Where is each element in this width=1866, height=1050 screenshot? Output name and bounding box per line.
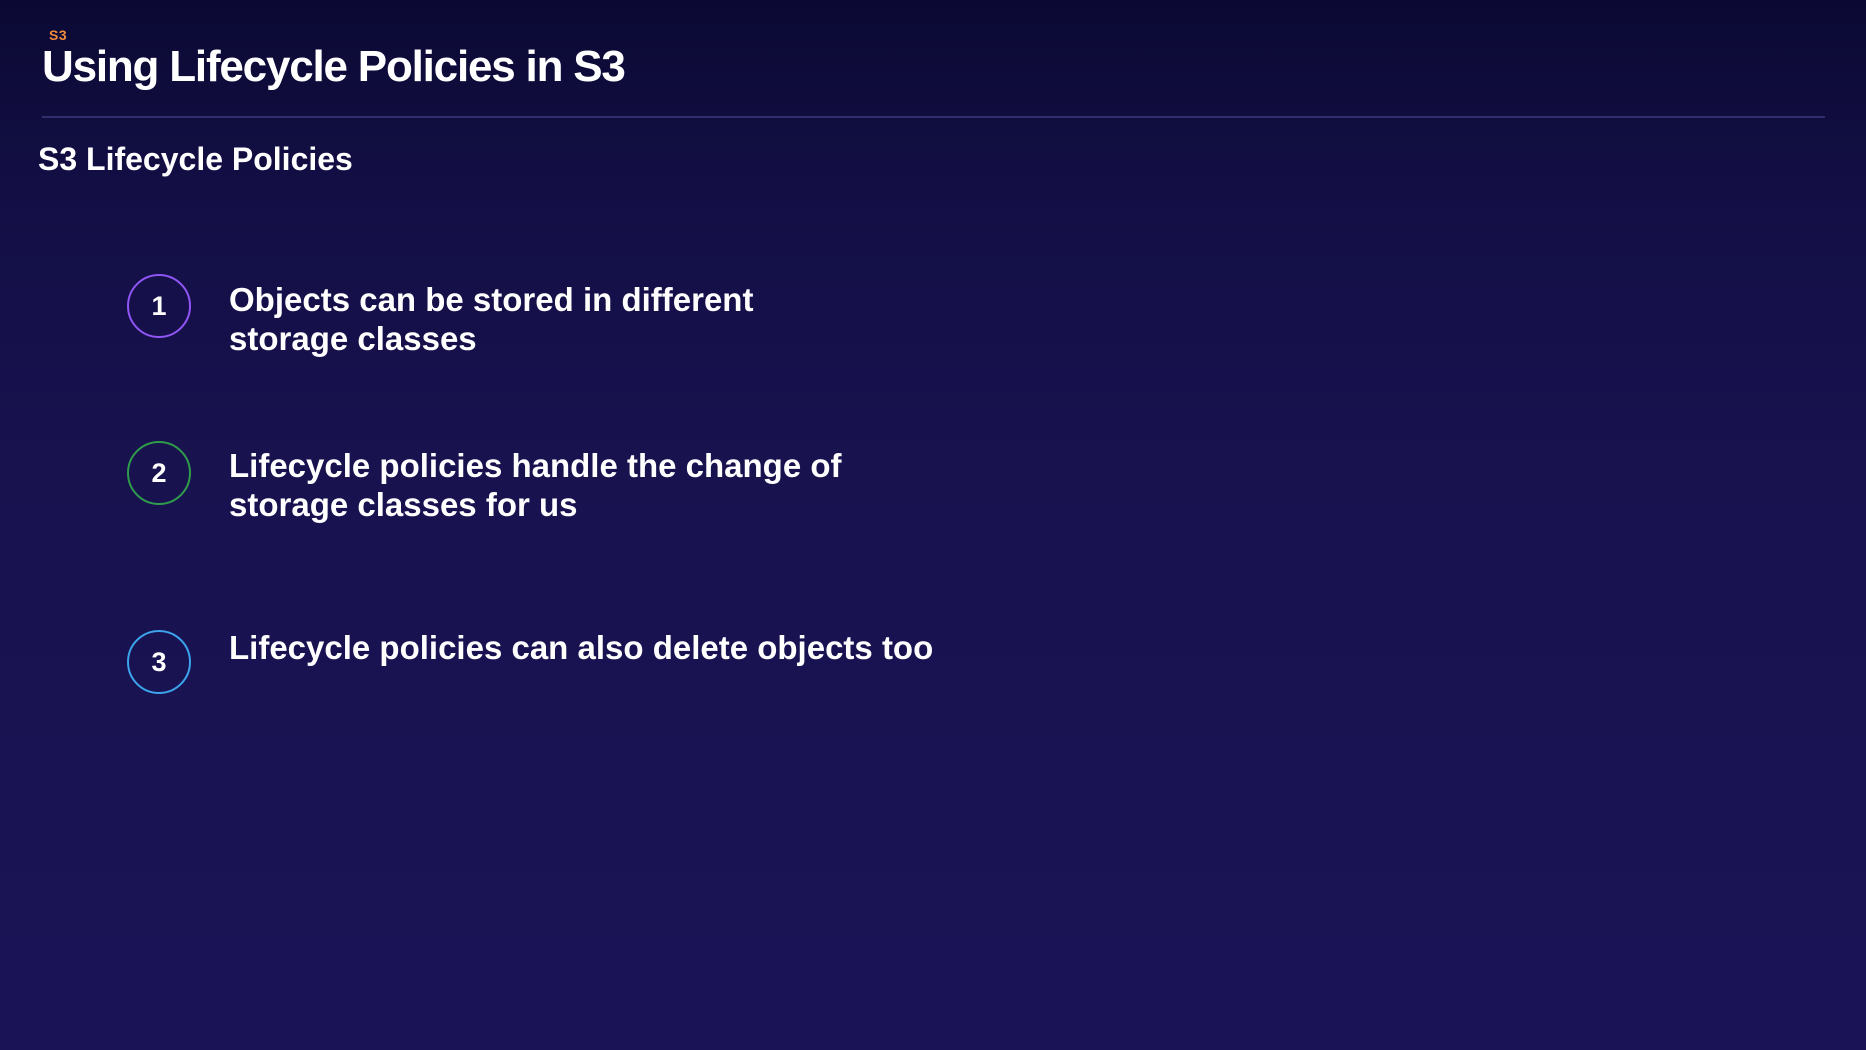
number-badge: 1	[127, 274, 191, 338]
number-badge: 2	[127, 441, 191, 505]
list-item-text: Lifecycle policies handle the change of …	[229, 446, 842, 524]
page-title: Using Lifecycle Policies in S3	[42, 42, 626, 91]
list-item-line: Lifecycle policies handle the change of	[229, 447, 842, 484]
list-item-text: Lifecycle policies can also delete objec…	[229, 628, 933, 667]
list-item-line: Lifecycle policies can also delete objec…	[229, 629, 934, 666]
number-badge: 3	[127, 630, 191, 694]
header-tag: S3	[49, 27, 68, 43]
list-item-line: storage classes for us	[229, 486, 578, 523]
list-item-line: storage classes	[229, 320, 477, 357]
list-item-line: Objects can be stored in different	[229, 281, 754, 318]
list-item-text: Objects can be stored in different stora…	[229, 280, 753, 358]
section-title: S3 Lifecycle Policies	[38, 141, 353, 177]
slide: S3 Using Lifecycle Policies in S3 S3 Lif…	[0, 0, 1866, 1050]
header-divider	[42, 116, 1825, 118]
